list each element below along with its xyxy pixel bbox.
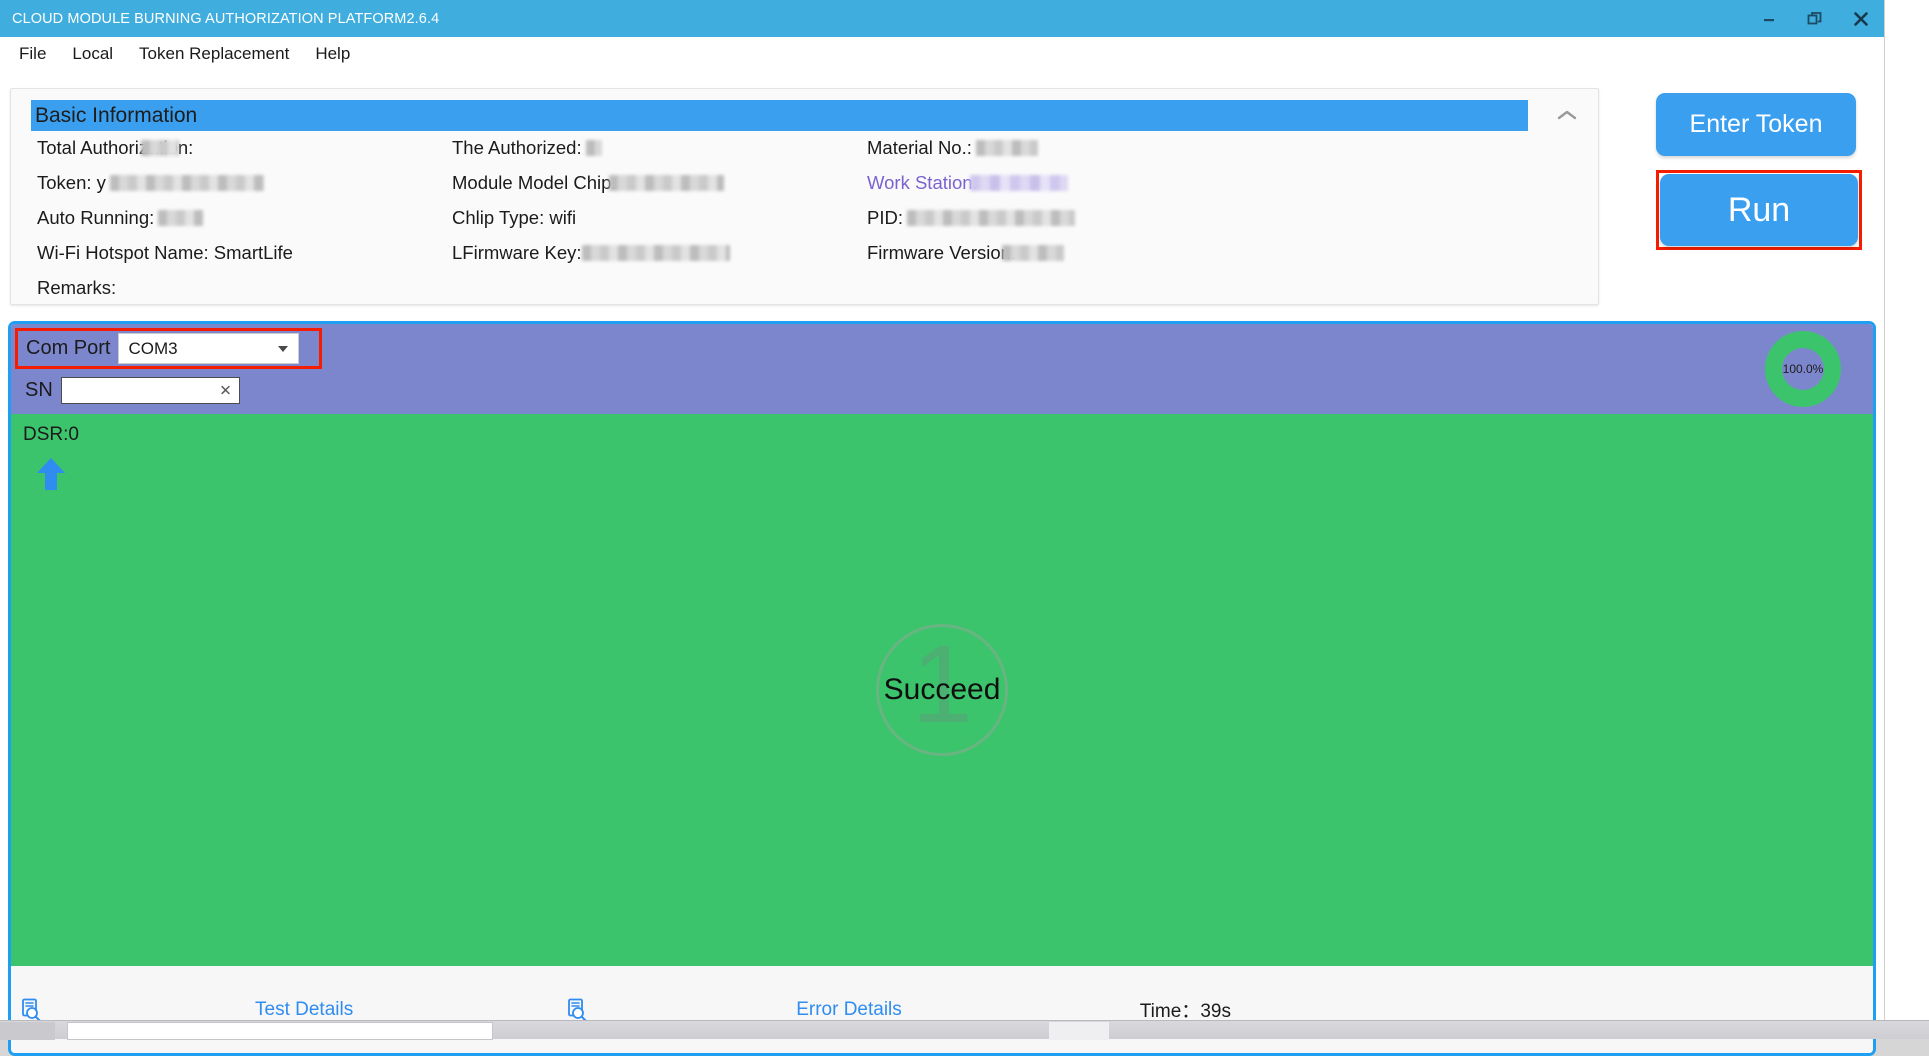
error-details-link[interactable]: Error Details bbox=[796, 999, 902, 1021]
basic-information-card: Basic Information Total Authorization: bbox=[10, 88, 1599, 305]
info-row: Auto Running: Chlip Type: wifi PID: bbox=[11, 207, 1598, 242]
elapsed-time-value: 39s bbox=[1200, 1001, 1231, 1022]
minimize-icon[interactable] bbox=[1746, 0, 1792, 37]
field-pid-label: PID: bbox=[867, 207, 903, 229]
field-auto-running: Auto Running: bbox=[37, 207, 203, 229]
info-row: Total Authorization: The Authorized: Mat… bbox=[11, 137, 1598, 172]
elapsed-time: Time：39s bbox=[1140, 996, 1231, 1023]
field-pid: PID: bbox=[867, 207, 1075, 229]
progress-ring: 100.0% bbox=[1765, 331, 1841, 407]
info-row: Token: y Module Model Chip: Work Station… bbox=[11, 172, 1598, 207]
operation-panel: Com Port COM3 SN ✕ 1 bbox=[8, 321, 1876, 1056]
elapsed-time-label: Time： bbox=[1140, 1001, 1201, 1022]
field-firmware-version-label: Firmware Version: bbox=[867, 242, 1016, 264]
taskbar-item[interactable] bbox=[67, 1022, 493, 1040]
menu-item-file[interactable]: File bbox=[6, 40, 59, 68]
content-area: Basic Information Total Authorization: bbox=[0, 71, 1884, 1021]
enter-token-button[interactable]: Enter Token bbox=[1656, 93, 1856, 156]
document-search-icon[interactable] bbox=[19, 997, 45, 1023]
field-work-station: Work Station: bbox=[867, 172, 1068, 194]
clear-icon[interactable]: ✕ bbox=[219, 383, 232, 398]
window-controls bbox=[1746, 0, 1884, 37]
redacted-value bbox=[158, 210, 203, 226]
field-firmware-key: LFirmware Key: bbox=[452, 242, 730, 264]
test-details-link[interactable]: Test Details bbox=[255, 999, 353, 1021]
field-auto-running-label: Auto Running: bbox=[37, 207, 154, 229]
sn-input-wrapper: ✕ bbox=[61, 377, 240, 404]
dsr-status-label: DSR:0 bbox=[23, 424, 79, 446]
menu-item-local[interactable]: Local bbox=[59, 40, 126, 68]
redacted-value bbox=[907, 210, 1075, 226]
field-module-model-chip: Module Model Chip: bbox=[452, 172, 724, 194]
basic-information-header: Basic Information bbox=[31, 100, 1528, 131]
basic-information-grid: Total Authorization: The Authorized: Mat… bbox=[11, 137, 1598, 312]
field-chip-type-label: Chlip Type: wifi bbox=[452, 207, 576, 229]
up-arrow-icon bbox=[35, 456, 67, 492]
field-material-no: Material No.: bbox=[867, 137, 1038, 159]
close-icon[interactable] bbox=[1838, 0, 1884, 37]
chevron-down-icon bbox=[278, 346, 288, 352]
menubar: File Local Token Replacement Help bbox=[0, 37, 1884, 71]
operation-controls-bar: Com Port COM3 SN ✕ 1 bbox=[11, 324, 1873, 414]
com-port-value: COM3 bbox=[128, 339, 177, 359]
titlebar: CLOUD MODULE BURNING AUTHORIZATION PLATF… bbox=[0, 0, 1884, 37]
taskbar[interactable] bbox=[0, 1020, 1929, 1039]
field-remarks-label: Remarks: bbox=[37, 277, 116, 299]
progress-percent-label: 100.0% bbox=[1782, 348, 1824, 390]
document-search-icon[interactable] bbox=[565, 997, 591, 1023]
field-module-model-chip-label: Module Model Chip: bbox=[452, 172, 617, 194]
application-window: CLOUD MODULE BURNING AUTHORIZATION PLATF… bbox=[0, 0, 1884, 1021]
menu-item-help[interactable]: Help bbox=[302, 40, 363, 68]
sn-label: SN bbox=[25, 379, 53, 402]
field-chip-type: Chlip Type: wifi bbox=[452, 207, 576, 229]
field-the-authorized: The Authorized: bbox=[452, 137, 602, 159]
taskbar-item[interactable] bbox=[1049, 1022, 1109, 1040]
taskbar-item[interactable] bbox=[0, 1022, 55, 1040]
info-row: Remarks: bbox=[11, 277, 1598, 312]
result-badge: 1 Succeed bbox=[876, 624, 1008, 756]
window-title: CLOUD MODULE BURNING AUTHORIZATION PLATF… bbox=[12, 11, 439, 27]
status-area: DSR:0 1 Succeed bbox=[11, 414, 1873, 966]
field-token: Token: y bbox=[37, 172, 264, 194]
redacted-value bbox=[976, 140, 1038, 156]
action-button-column: Enter Token Run bbox=[1656, 93, 1856, 250]
restore-icon[interactable] bbox=[1792, 0, 1838, 37]
page-title: Basic Information bbox=[35, 104, 197, 128]
redacted-value bbox=[609, 175, 724, 191]
redacted-value bbox=[141, 140, 179, 156]
field-remarks: Remarks: bbox=[37, 277, 116, 299]
field-wifi-hotspot-name: Wi-Fi Hotspot Name: SmartLife bbox=[37, 242, 293, 264]
field-firmware-version: Firmware Version: bbox=[867, 242, 1064, 264]
field-total-authorization: Total Authorization: bbox=[37, 137, 179, 159]
info-row: Wi-Fi Hotspot Name: SmartLife LFirmware … bbox=[11, 242, 1598, 277]
field-firmware-key-label: LFirmware Key: bbox=[452, 242, 582, 264]
field-the-authorized-label: The Authorized: bbox=[452, 137, 582, 159]
menu-item-token-replacement[interactable]: Token Replacement bbox=[126, 40, 302, 68]
desktop-background: 选 取 选 ⋮ 川 CLOUD MODULE BURNING AUTHORIZA… bbox=[0, 0, 1929, 1039]
redacted-value bbox=[1002, 245, 1064, 261]
redacted-value bbox=[586, 140, 602, 156]
field-work-station-label: Work Station: bbox=[867, 172, 978, 194]
field-material-no-label: Material No.: bbox=[867, 137, 972, 159]
redacted-value bbox=[110, 175, 264, 191]
com-port-dropdown[interactable]: COM3 bbox=[118, 333, 299, 364]
field-token-label: Token: y bbox=[37, 172, 106, 194]
sn-row: SN ✕ bbox=[25, 377, 240, 404]
result-text: Succeed bbox=[884, 673, 1001, 707]
redacted-value bbox=[970, 175, 1068, 191]
field-wifi-hotspot-name-label: Wi-Fi Hotspot Name: SmartLife bbox=[37, 242, 293, 264]
com-port-label: Com Port bbox=[26, 337, 110, 360]
redacted-value bbox=[582, 245, 730, 261]
run-button-highlight: Run bbox=[1656, 170, 1862, 250]
run-button[interactable]: Run bbox=[1660, 174, 1858, 246]
background-window[interactable]: 选 取 选 ⋮ 川 bbox=[1884, 0, 1929, 1021]
chevron-up-icon[interactable] bbox=[1554, 102, 1580, 128]
com-port-highlight: Com Port COM3 bbox=[15, 328, 322, 369]
sn-input[interactable] bbox=[66, 379, 216, 402]
